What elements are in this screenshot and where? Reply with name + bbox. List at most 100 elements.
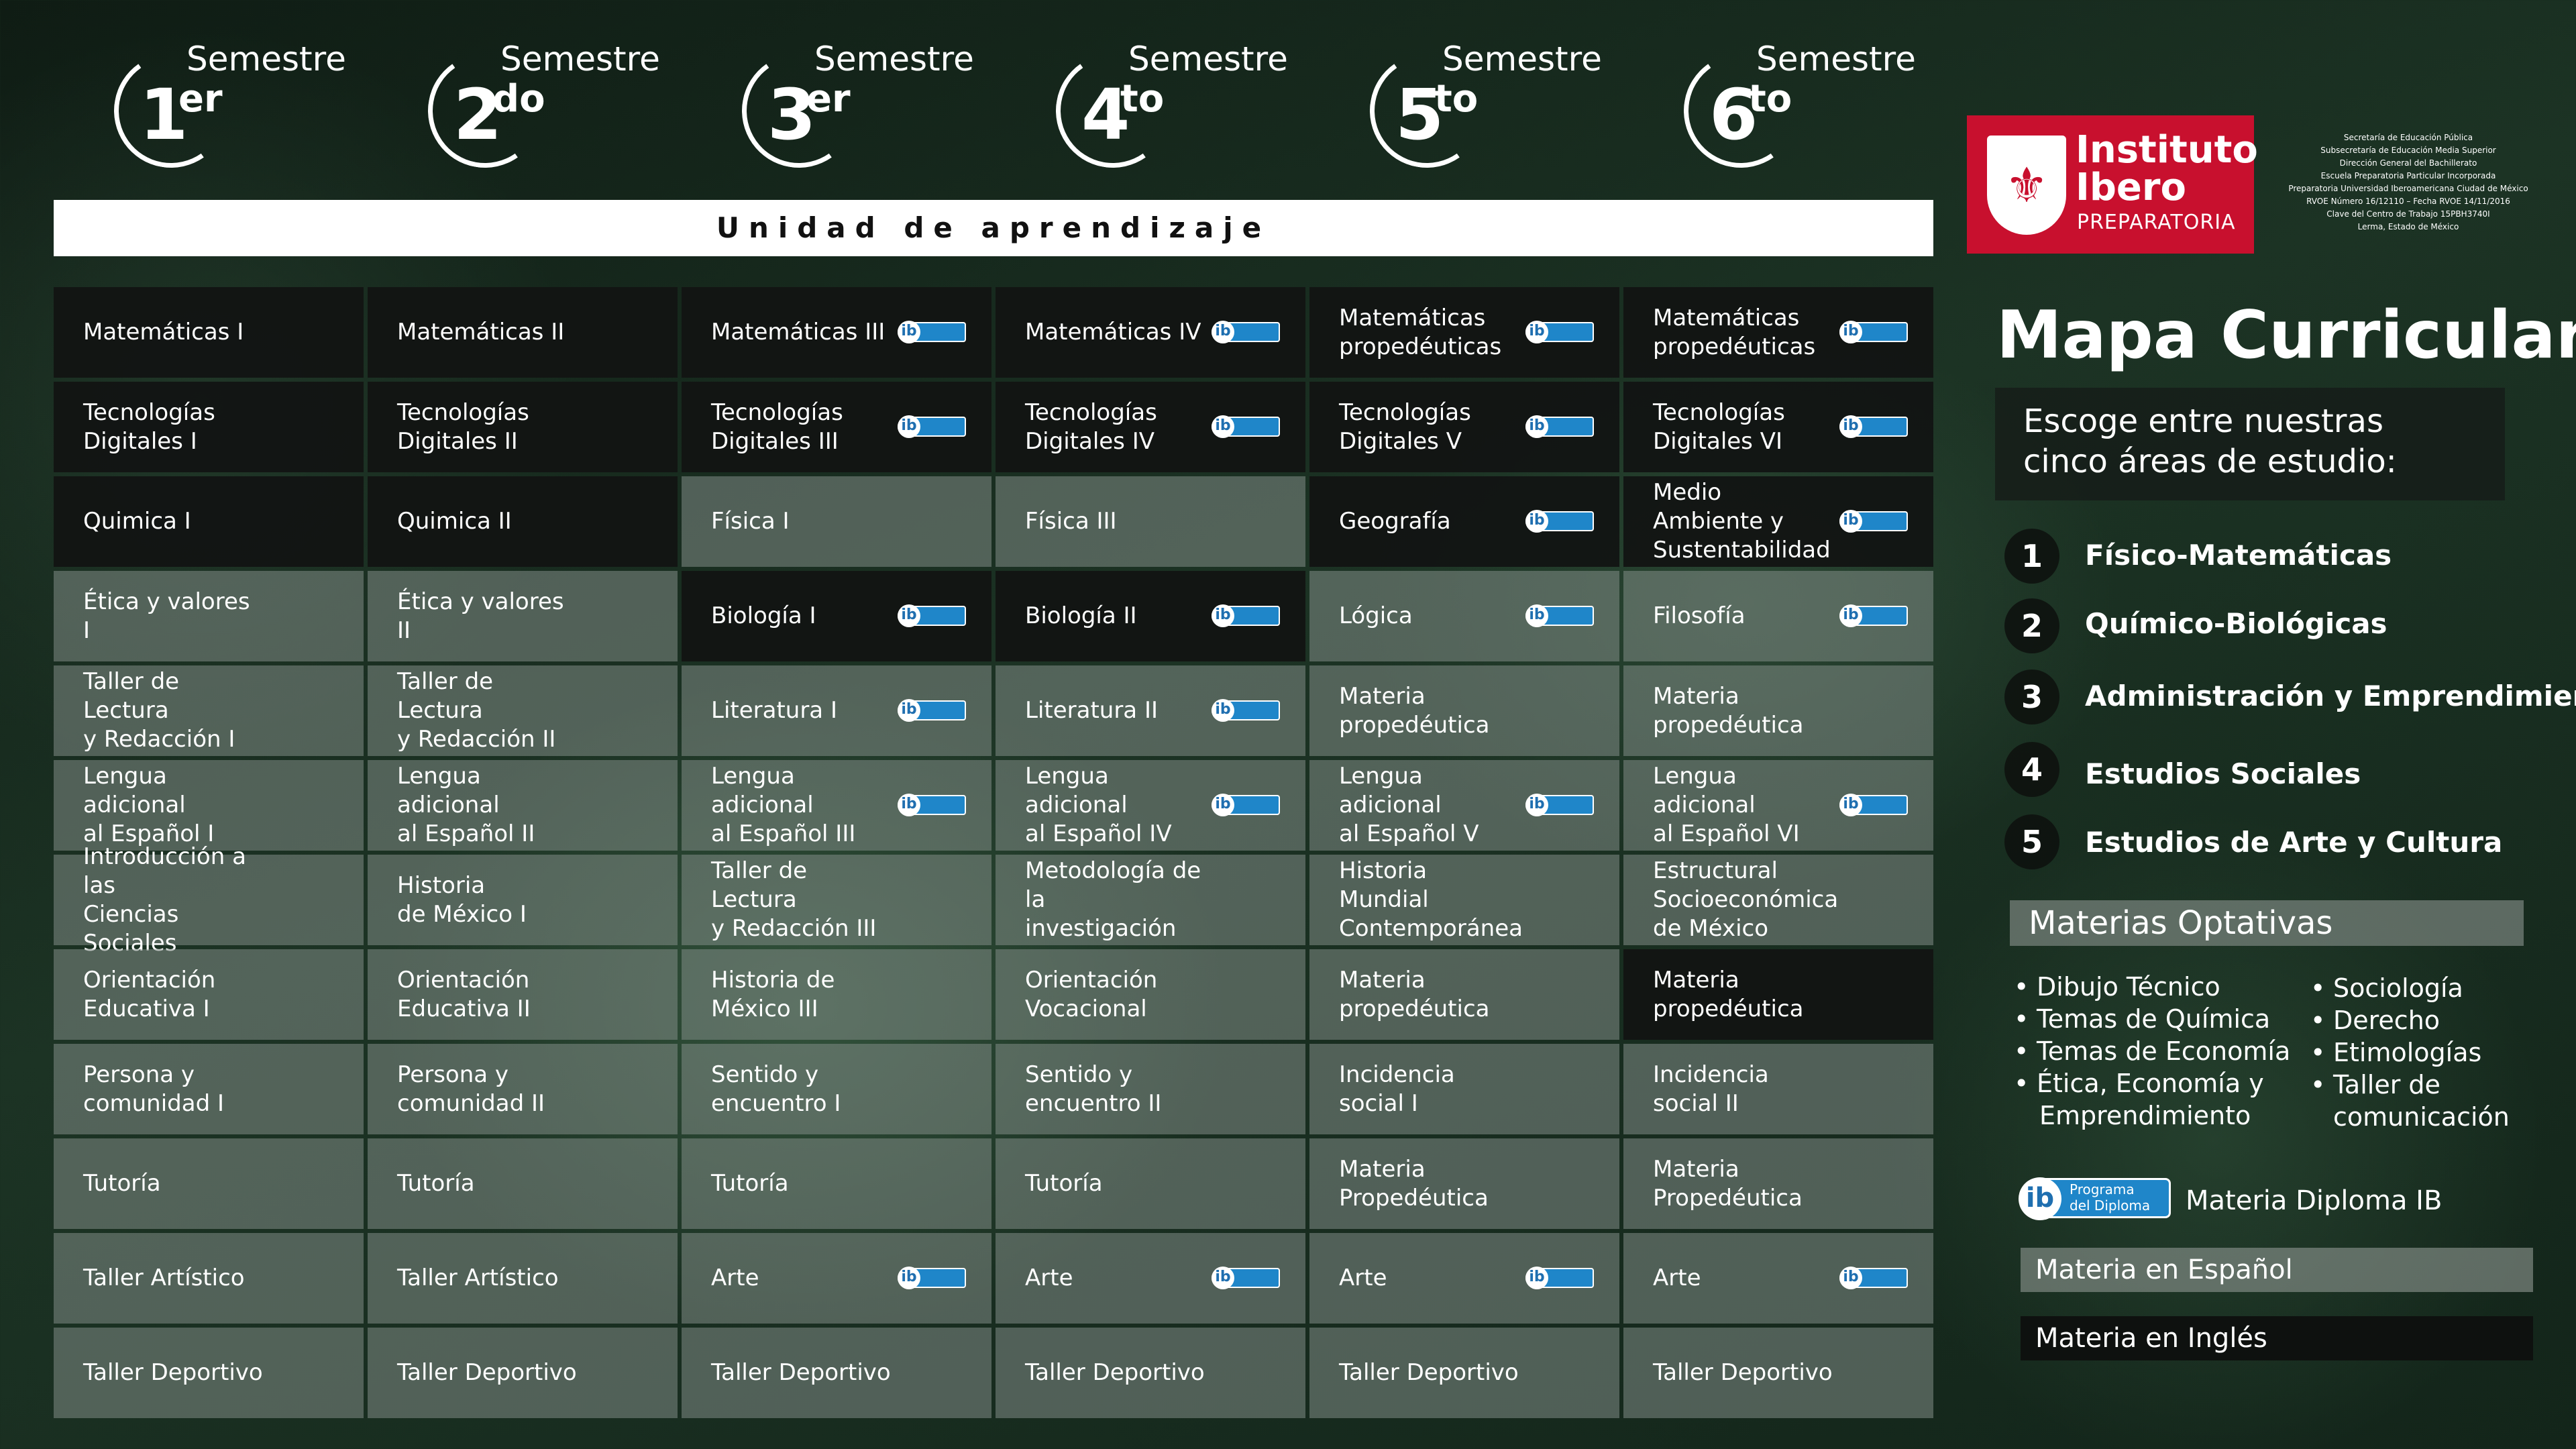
subject-cell: Orientación Educativa I [54, 949, 364, 1040]
ib-diploma-icon [898, 604, 966, 627]
semester-suffix: to [1748, 77, 1792, 121]
optativa-item-continuation: Emprendimiento [2039, 1099, 2251, 1132]
subject-name: Taller Artístico [83, 1265, 245, 1291]
bullet: • [2014, 1036, 2029, 1066]
optativa-label: Temas de Química [2037, 1004, 2271, 1034]
semester-label: Semestre [1442, 40, 1602, 78]
subject-cell: Tecnologías Digitales VI [1623, 382, 1933, 472]
subject-name: Taller Artístico [397, 1265, 559, 1291]
ib-diploma-icon [1839, 320, 1908, 343]
subject-name: Física I [711, 508, 790, 535]
subject-cell: Tutoría [682, 1138, 991, 1229]
legend-espanol-label: Materia en Español [2035, 1254, 2293, 1285]
area-quimico-biologicas: Químico-Biológicas [2085, 607, 2387, 640]
subject-cell: Lengua adicional al Español III [682, 760, 991, 851]
ib-diploma-icon [1525, 1266, 1594, 1289]
subject-cell: Taller Deportivo [682, 1328, 991, 1418]
area-number-2: 2 [2004, 598, 2059, 653]
subject-name: Biología I [711, 602, 816, 629]
subject-name: Taller Deportivo [1339, 1359, 1519, 1386]
semester-4-heading: Semestre 4 to [996, 27, 1288, 188]
subject-name: Taller Deportivo [1025, 1359, 1205, 1386]
subject-cell: Lengua adicional al Español I [54, 760, 364, 851]
optativa-item: • Derecho [2310, 1004, 2440, 1036]
subject-cell: Taller de Lectura y Redacción I [54, 665, 364, 756]
subject-name: Arte [1653, 1265, 1701, 1291]
subject-name: Materia propedéutica [1653, 682, 1804, 739]
semester-label: Semestre [1756, 40, 1916, 78]
optativa-item: • Temas de Química [2014, 1003, 2271, 1035]
subject-cell: Incidencia social I [1309, 1044, 1619, 1134]
subject-cell: Geografía [1309, 476, 1619, 567]
subject-cell: Matemáticas I [54, 287, 364, 378]
logo-line-3: PREPARATORIA [2077, 211, 2236, 234]
ib-badge-text: Programa del Diploma [2070, 1181, 2151, 1214]
ib-diploma-icon [1839, 509, 1908, 533]
subject-cell: Materia propedéutica [1309, 665, 1619, 756]
subject-name: Orientación Vocacional [1025, 966, 1158, 1022]
subject-cell: Tutoría [996, 1138, 1305, 1229]
subject-cell: Matemáticas propedéuticas [1309, 287, 1619, 378]
subject-cell: Medio Ambiente y Sustentabilidad [1623, 476, 1933, 567]
semester-suffix: do [492, 77, 545, 121]
subject-cell: Literatura I [682, 665, 991, 756]
subject-name: Tecnologías Digitales VI [1653, 398, 1785, 455]
subject-name: Materia propedéutica [1339, 682, 1490, 739]
subject-cell: Persona y comunidad I [54, 1044, 364, 1134]
semester-header: Semestre 1 er Semestre 2 do Semestre 3 er Semestr… [54, 27, 1932, 188]
subject-cell: Materia propedéutica [1623, 665, 1933, 756]
sep-info-line: Clave del Centro de Trabajo 15PBH3740I [2326, 209, 2490, 219]
subject-name: Matemáticas II [397, 319, 565, 345]
subject-name: Filosofía [1653, 602, 1746, 629]
logo-line-2: Ibero [2076, 166, 2186, 209]
subject-cell: Arte [1623, 1233, 1933, 1324]
subject-name: Biología II [1025, 602, 1137, 629]
optativa-item-continuation: comunicación [2333, 1101, 2510, 1133]
subject-cell: Matemáticas IV [996, 287, 1305, 378]
bullet: • [2310, 973, 2326, 1003]
subject-cell: Taller de Lectura y Redacción III [682, 855, 991, 945]
subject-cell: Materia propedéutica [1309, 949, 1619, 1040]
bullet: • [2310, 1038, 2326, 1067]
optativas-title: Materias Optativas [2029, 904, 2333, 942]
subject-cell: Quimica I [54, 476, 364, 567]
subject-cell: Biología I [682, 571, 991, 661]
subject-cell: Lógica [1309, 571, 1619, 661]
sep-info-line: Lerma, Estado de México [2357, 222, 2459, 231]
subject-name: Incidencia social I [1339, 1061, 1455, 1117]
areas-intro-line-1: Escoge entre nuestras [2023, 402, 2383, 440]
ib-diploma-icon [898, 698, 966, 722]
area-number-3: 3 [2004, 669, 2059, 724]
subject-name: Tecnologías Digitales II [397, 398, 529, 455]
subject-cell: Tecnologías Digitales II [368, 382, 678, 472]
sep-info-line: Subsecretaría de Educación Media Superio… [2320, 146, 2496, 155]
subject-cell: Matemáticas II [368, 287, 678, 378]
subject-name: Sentido y encuentro II [1025, 1061, 1162, 1117]
subject-cell: Lengua adicional al Español IV [996, 760, 1305, 851]
subject-name: Taller Deportivo [1653, 1359, 1833, 1386]
semester-3-heading: Semestre 3 er [682, 27, 974, 188]
area-estudios-sociales: Estudios Sociales [2085, 757, 2361, 790]
sep-info-line: Secretaría de Educación Pública [2343, 133, 2473, 142]
semester-label: Semestre [1128, 40, 1288, 78]
subject-name: Orientación Educativa I [83, 966, 216, 1022]
subject-cell: Ética y valores II [368, 571, 678, 661]
legend-materia-diploma-ib: Materia Diploma IB [2186, 1185, 2443, 1216]
optativa-label: Taller de [2333, 1070, 2440, 1099]
semester-suffix: er [178, 77, 223, 121]
optativa-label: Etimologías [2333, 1038, 2482, 1067]
subject-name: Tecnologías Digitales V [1339, 398, 1471, 455]
subject-name: Arte [1339, 1265, 1387, 1291]
bullet: • [2014, 972, 2029, 1002]
subject-name: Materia Propedéutica [1653, 1155, 1803, 1212]
optativa-label: Derecho [2333, 1006, 2440, 1035]
subject-cell: Taller Deportivo [1623, 1328, 1933, 1418]
subject-cell: Física III [996, 476, 1305, 567]
subject-name: Tutoría [397, 1170, 475, 1197]
subject-name: Literatura II [1025, 697, 1159, 724]
subject-cell: Materia Propedéutica [1309, 1138, 1619, 1229]
legend-materia-ingles: Materia en Inglés [2021, 1316, 2533, 1360]
instituto-ibero-logo: ⚜ Instituto Ibero PREPARATORIA [1967, 115, 2258, 254]
subject-cell: Materia propedéutica [1623, 949, 1933, 1040]
optativa-label: Temas de Economía [2037, 1036, 2291, 1066]
